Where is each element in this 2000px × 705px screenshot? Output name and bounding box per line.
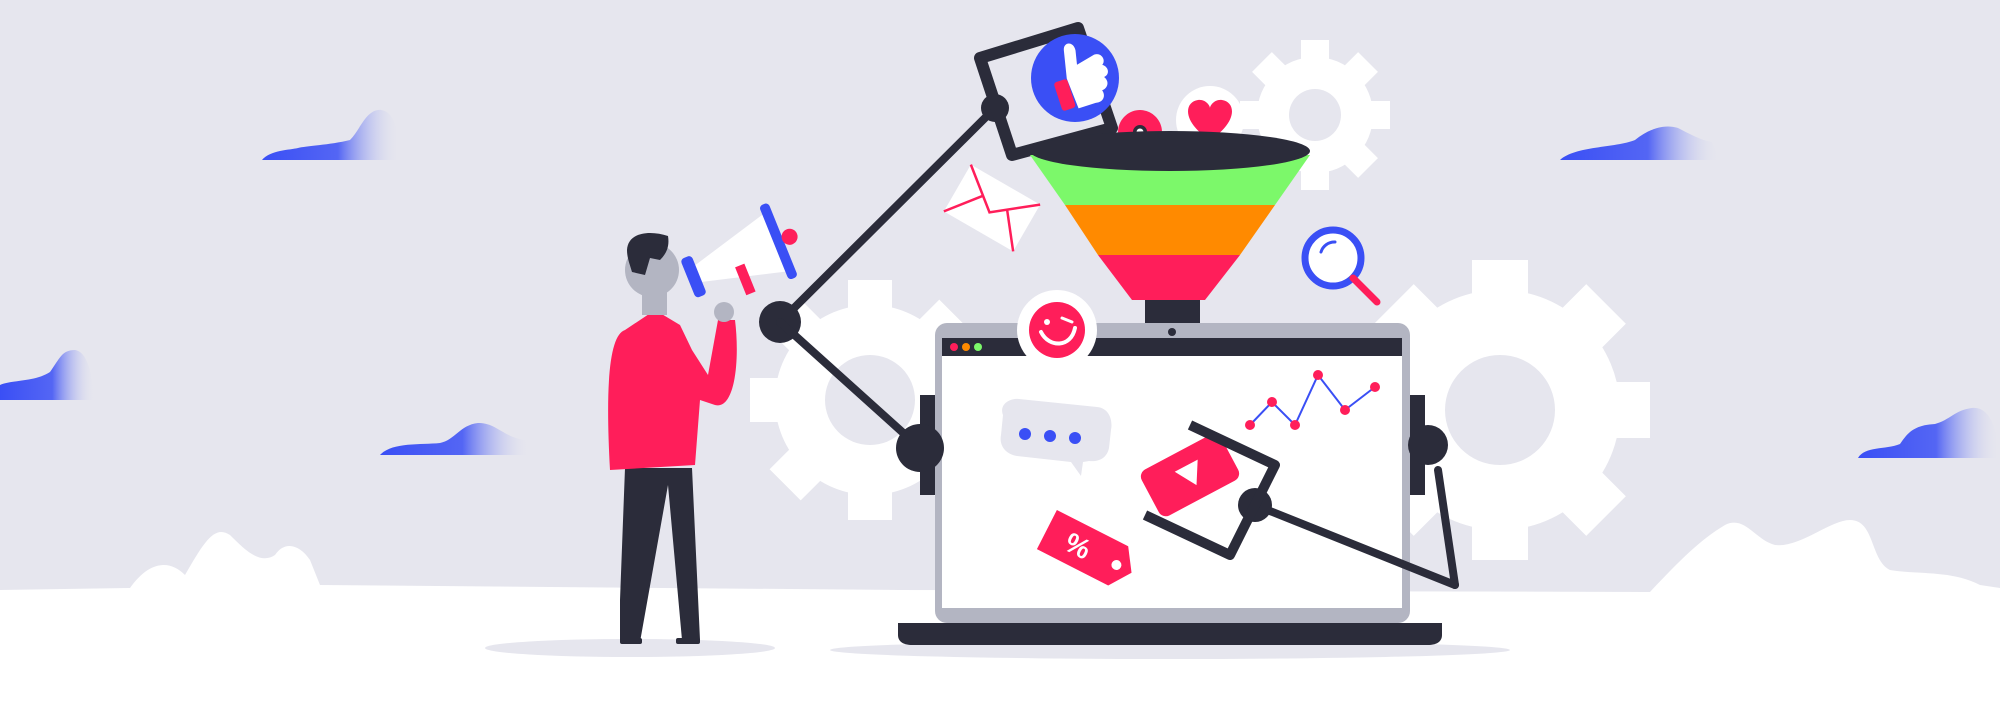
emoji-icon xyxy=(1017,290,1097,370)
marketing-illustration: % xyxy=(0,0,2000,705)
arm-joint xyxy=(896,424,944,472)
like-icon xyxy=(1031,34,1119,122)
arm-joint xyxy=(1408,425,1448,465)
illustration-stage: % xyxy=(0,0,2000,705)
